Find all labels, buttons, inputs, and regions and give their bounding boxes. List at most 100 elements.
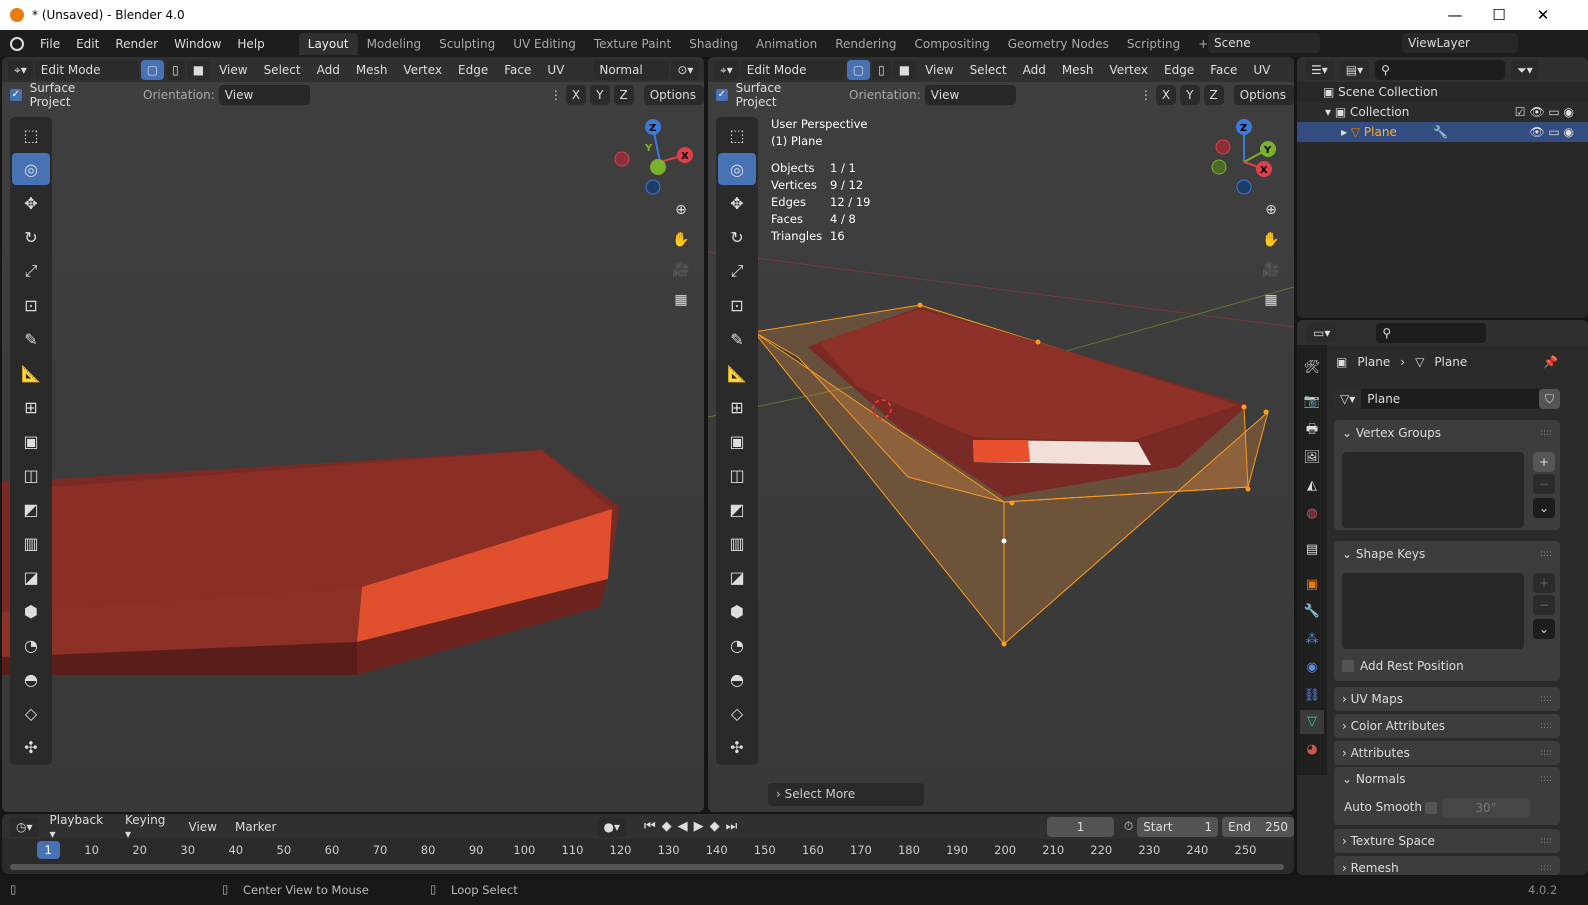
timeline-view-menu[interactable]: View (182, 820, 224, 834)
axis-x-toggle[interactable]: X (565, 84, 587, 105)
editor-type-button[interactable]: ▭▾ (1307, 322, 1337, 343)
edge-slide-tool-icon[interactable]: ◇ (12, 697, 50, 729)
blender-menu-icon[interactable] (10, 36, 24, 51)
move-tool-icon[interactable]: ✥ (12, 187, 50, 219)
attributes-panel[interactable]: › Attributes:::: (1334, 741, 1560, 765)
menu-vertex[interactable]: Vertex (1102, 63, 1155, 77)
menu-view[interactable]: View (918, 63, 960, 77)
tab-layout[interactable]: Layout (298, 32, 358, 55)
annotate-tool-icon[interactable]: ✎ (12, 323, 50, 355)
tab-uv-editing[interactable]: UV Editing (504, 33, 585, 55)
extrude-tool-icon[interactable]: ▣ (12, 425, 50, 457)
navigation-gizmo[interactable]: Z X Y (610, 117, 700, 197)
shrink-fatten-tool-icon[interactable]: ✣ (718, 731, 756, 763)
current-frame-field[interactable]: 1 (1047, 816, 1114, 837)
menu-select[interactable]: Select (963, 63, 1014, 77)
tab-shading[interactable]: Shading (680, 33, 747, 55)
editor-type-button[interactable]: ☰▾ (1305, 59, 1334, 80)
tab-animation[interactable]: Animation (747, 33, 826, 55)
scene-selector[interactable]: Scene (1208, 33, 1320, 53)
auto-smooth-checkbox[interactable] (1425, 802, 1437, 814)
poly-build-tool-icon[interactable]: ⬢ (718, 595, 756, 627)
start-frame-field[interactable]: Start 1 (1137, 816, 1219, 837)
auto-keying-icon[interactable]: ●▾ (597, 816, 626, 837)
collection-tab-icon[interactable]: ▤ (1300, 538, 1324, 562)
vertex-groups-header[interactable]: ⌄ Vertex Groups:::: (1334, 420, 1560, 446)
menu-render[interactable]: Render (107, 37, 166, 51)
menu-add[interactable]: Add (310, 63, 347, 77)
playback-menu[interactable]: Playback ▾ (43, 814, 115, 841)
tab-geometry-nodes[interactable]: Geometry Nodes (999, 33, 1118, 55)
axis-x-toggle[interactable]: X (1155, 84, 1177, 105)
select-box-tool-icon[interactable]: ⬚ (12, 119, 50, 151)
particles-tab-icon[interactable]: ⁂ (1300, 628, 1324, 652)
vertex-group-specials-button[interactable]: ⌄ (1533, 498, 1556, 518)
cursor-tool-icon[interactable]: ◎ (718, 153, 756, 185)
output-tab-icon[interactable]: 🖶 (1300, 418, 1324, 442)
camera-view-icon[interactable]: 🎥 (668, 257, 694, 283)
bevel-tool-icon[interactable]: ◩ (12, 493, 50, 525)
menu-mesh[interactable]: Mesh (349, 63, 395, 77)
face-select-icon[interactable]: ■ (892, 59, 917, 80)
preview-range-icon[interactable]: ⏱ (1124, 819, 1133, 834)
shape-key-specials-button[interactable]: ⌄ (1533, 619, 1556, 639)
inset-tool-icon[interactable]: ◫ (12, 459, 50, 491)
axis-z-toggle[interactable]: Z (613, 84, 634, 105)
mode-selector[interactable]: Edit Mode (740, 59, 845, 80)
menu-edge[interactable]: Edge (1157, 63, 1201, 77)
timeline-scrollbar[interactable] (10, 864, 1284, 870)
zoom-icon[interactable]: ⊕ (1258, 197, 1284, 223)
editor-type-button[interactable]: ◷▾ (10, 816, 39, 837)
pan-hand-icon[interactable]: ✋ (1258, 227, 1284, 253)
menu-edit[interactable]: Edit (68, 37, 107, 51)
add-rest-position-checkbox[interactable] (1342, 660, 1354, 672)
tab-texture-paint[interactable]: Texture Paint (585, 33, 680, 55)
edge-slide-tool-icon[interactable]: ◇ (718, 697, 756, 729)
collection-row[interactable]: ▾ ▣ Collection ☑ 👁 ▭ ◉ (1297, 102, 1588, 122)
mesh-name-field[interactable]: Plane (1361, 389, 1539, 409)
mesh-datablock-selector[interactable]: ▽▾ Plane ⛉ (1334, 389, 1560, 409)
constraints-tab-icon[interactable]: ⛓ (1300, 684, 1324, 708)
remove-vertex-group-button[interactable]: − (1533, 474, 1556, 494)
tab-modeling[interactable]: Modeling (358, 33, 431, 55)
maximize-button[interactable]: ☐ (1476, 0, 1522, 30)
add-vertex-group-button[interactable]: + (1533, 452, 1556, 472)
viewport-left[interactable]: ⌖▾ Edit Mode ▢ ▯ ■ View Select Add Mesh … (2, 57, 704, 812)
menu-view[interactable]: View (212, 63, 254, 77)
end-frame-field[interactable]: End 250 (1222, 816, 1294, 837)
rotate-tool-icon[interactable]: ↻ (718, 221, 756, 253)
perspective-grid-icon[interactable]: ▦ (1258, 287, 1284, 313)
smooth-tool-icon[interactable]: ◓ (12, 663, 50, 695)
orientation-selector[interactable]: View (924, 84, 1016, 105)
outliner-search-input[interactable]: ⚲ (1375, 59, 1506, 80)
knife-tool-icon[interactable]: ◪ (718, 561, 756, 593)
menu-help[interactable]: Help (229, 37, 272, 51)
menu-select[interactable]: Select (257, 63, 308, 77)
scale-tool-icon[interactable]: ⤢ (718, 255, 756, 287)
tab-rendering[interactable]: Rendering (826, 33, 905, 55)
menu-vertex[interactable]: Vertex (396, 63, 449, 77)
zoom-icon[interactable]: ⊕ (668, 197, 694, 223)
filter-icon[interactable]: ⏷▾ (1511, 59, 1539, 80)
edge-select-icon[interactable]: ▯ (166, 59, 185, 80)
cursor-tool-icon[interactable]: ◎ (12, 153, 50, 185)
physics-tab-icon[interactable]: ◉ (1300, 656, 1324, 680)
texture-space-panel[interactable]: › Texture Space:::: (1334, 829, 1560, 853)
inset-tool-icon[interactable]: ◫ (718, 459, 756, 491)
last-operator-panel[interactable]: › Select More (768, 783, 924, 806)
pan-hand-icon[interactable]: ✋ (668, 227, 694, 253)
loop-cut-tool-icon[interactable]: ▥ (12, 527, 50, 559)
properties-search-input[interactable]: ⚲ (1376, 322, 1487, 343)
edge-select-icon[interactable]: ▯ (872, 59, 891, 80)
vertex-groups-list[interactable] (1342, 452, 1524, 528)
auto-smooth-angle-field[interactable]: 30° (1442, 798, 1530, 818)
scene-collection-row[interactable]: ▣ Scene Collection (1297, 82, 1588, 102)
shape-keys-header[interactable]: ⌄ Shape Keys:::: (1334, 541, 1560, 567)
close-button[interactable]: ✕ (1520, 0, 1566, 30)
tab-sculpting[interactable]: Sculpting (430, 33, 504, 55)
world-tab-icon[interactable]: ◍ (1300, 502, 1324, 526)
loop-cut-tool-icon[interactable]: ▥ (718, 527, 756, 559)
options-dropdown[interactable]: Options (1233, 84, 1294, 105)
remesh-panel[interactable]: › Remesh:::: (1334, 856, 1560, 875)
pivot-icon[interactable]: ⊙▾ (671, 59, 700, 80)
